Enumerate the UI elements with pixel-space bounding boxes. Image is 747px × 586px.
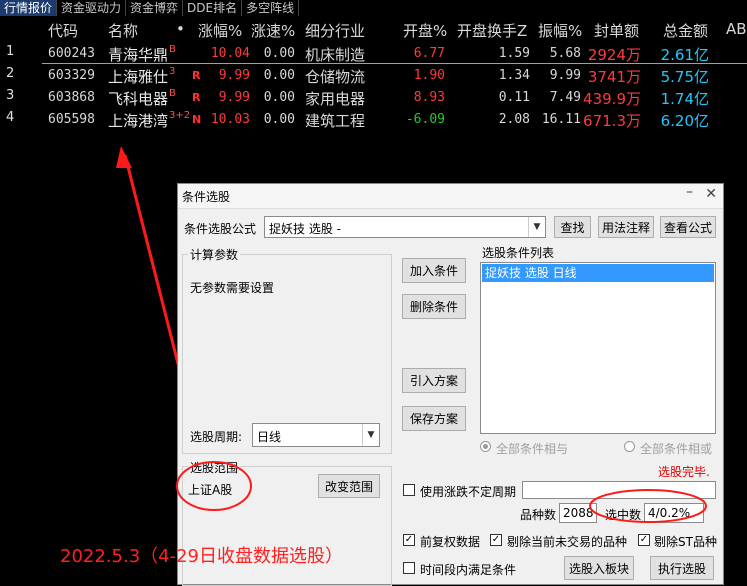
annotation-text: 2022.5.3（4-29日收盘数据选股） [60,546,344,567]
annotation-circles [176,461,707,523]
